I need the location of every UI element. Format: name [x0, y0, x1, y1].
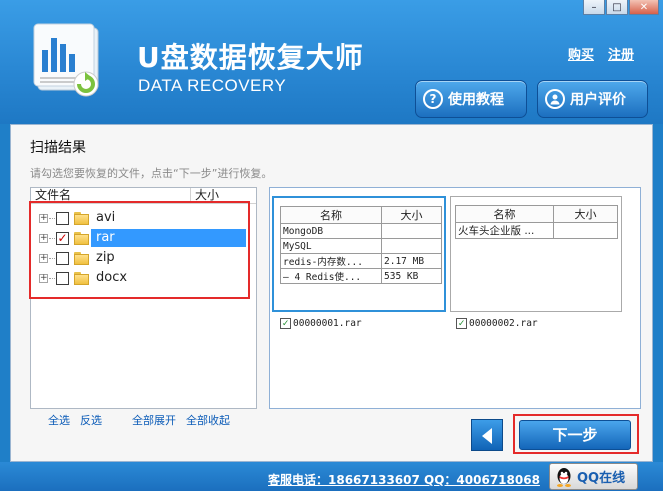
- user-review-label: 用户评价: [570, 92, 626, 108]
- top-links: 购买 注册: [568, 44, 634, 63]
- arrow-left-icon: [482, 428, 492, 444]
- qq-online-label: QQ在线: [577, 471, 626, 486]
- tree-item-label: rar: [93, 230, 118, 246]
- back-button[interactable]: [471, 419, 503, 451]
- invert-selection-link[interactable]: 反选: [80, 412, 102, 428]
- close-button[interactable]: ✕: [629, 0, 659, 15]
- scan-results-panel: 扫描结果 请勾选您要恢复的文件，点击“下一步”进行恢复。 文件名 大小 + av…: [10, 124, 653, 462]
- preview-table: 名称 大小 MongoDB MySQL redis-内存数... 2.17 MB …: [280, 206, 442, 284]
- tree-item-label: avi: [96, 210, 116, 225]
- app-header: – □ ✕ U盘数据恢复大师 DATA RECOVERY 购买 注册 ? 使用教…: [0, 0, 663, 124]
- table-row: — 4 Redis使... 535 KB: [280, 268, 442, 284]
- tree-item-rar[interactable]: + ✓ rar: [31, 229, 256, 247]
- table-row: MongoDB: [280, 223, 442, 239]
- expand-icon[interactable]: +: [39, 233, 48, 243]
- app-title: U盘数据恢复大师: [137, 41, 364, 74]
- file-tree-header: 文件名 大小: [31, 188, 256, 204]
- maximize-button[interactable]: □: [606, 0, 628, 15]
- tree-item-docx[interactable]: + docx: [31, 269, 256, 287]
- app-subtitle: DATA RECOVERY: [138, 76, 287, 95]
- collapse-all-link[interactable]: 全部收起: [186, 412, 230, 428]
- instruction-hint: 请勾选您要恢复的文件，点击“下一步”进行恢复。: [30, 167, 273, 180]
- tree-item-zip[interactable]: + zip: [31, 249, 256, 267]
- expand-icon[interactable]: +: [39, 213, 48, 223]
- qq-online-button[interactable]: QQ在线: [549, 463, 638, 490]
- tree-item-checkbox[interactable]: ✓: [56, 231, 69, 245]
- user-review-button[interactable]: 用户评价: [537, 80, 648, 118]
- minimize-button[interactable]: –: [583, 0, 605, 15]
- tree-item-checkbox[interactable]: [56, 211, 69, 225]
- register-link[interactable]: 注册: [608, 44, 634, 63]
- tree-item-checkbox[interactable]: [56, 271, 69, 285]
- folder-icon: [74, 231, 89, 245]
- help-tutorial-label: 使用教程: [448, 92, 504, 108]
- expand-icon[interactable]: +: [39, 253, 48, 263]
- section-title: 扫描结果: [30, 140, 86, 156]
- qq-penguin-icon: [557, 467, 571, 487]
- select-all-link[interactable]: 全选: [48, 412, 70, 428]
- file-tree: 文件名 大小 + avi + ✓ rar + zip + docx: [30, 187, 257, 409]
- window-controls: – □ ✕: [583, 0, 659, 15]
- preview-card[interactable]: 名称 大小 火车头企业版 ...: [450, 196, 622, 312]
- help-tutorial-button[interactable]: ? 使用教程: [415, 80, 527, 118]
- table-row: MySQL: [280, 238, 442, 254]
- table-row: redis-内存数... 2.17 MB: [280, 253, 442, 269]
- next-step-button[interactable]: 下一步: [519, 420, 631, 450]
- user-icon: [545, 89, 565, 109]
- column-header-size[interactable]: 大小: [191, 188, 219, 203]
- tree-item-label: zip: [96, 250, 115, 265]
- tree-item-checkbox[interactable]: [56, 251, 69, 265]
- preview-card[interactable]: 名称 大小 MongoDB MySQL redis-内存数... 2.17 MB …: [272, 196, 446, 312]
- file-preview-panel: 名称 大小 MongoDB MySQL redis-内存数... 2.17 MB …: [269, 187, 641, 409]
- expand-all-link[interactable]: 全部展开: [132, 412, 176, 428]
- column-header-filename[interactable]: 文件名: [31, 188, 191, 203]
- preview-filename[interactable]: ✓ 00000001.rar: [280, 318, 362, 329]
- tree-item-label: docx: [96, 270, 128, 285]
- question-icon: ?: [423, 89, 443, 109]
- folder-icon: [74, 211, 89, 225]
- table-row: 火车头企业版 ...: [455, 222, 618, 239]
- preview-table: 名称 大小 火车头企业版 ...: [455, 205, 618, 239]
- preview-checkbox[interactable]: ✓: [456, 318, 467, 329]
- app-footer: 客服电话：18667133607 QQ：4006718068 QQ在线: [0, 462, 663, 491]
- contact-info[interactable]: 客服电话：18667133607 QQ：4006718068: [268, 471, 540, 488]
- folder-icon: [74, 271, 89, 285]
- preview-filename[interactable]: ✓ 00000002.rar: [456, 318, 538, 329]
- expand-icon[interactable]: +: [39, 273, 48, 283]
- buy-link[interactable]: 购买: [568, 44, 594, 63]
- tree-item-avi[interactable]: + avi: [31, 209, 256, 227]
- preview-checkbox[interactable]: ✓: [280, 318, 291, 329]
- app-logo-icon: [33, 23, 99, 97]
- folder-icon: [74, 251, 89, 265]
